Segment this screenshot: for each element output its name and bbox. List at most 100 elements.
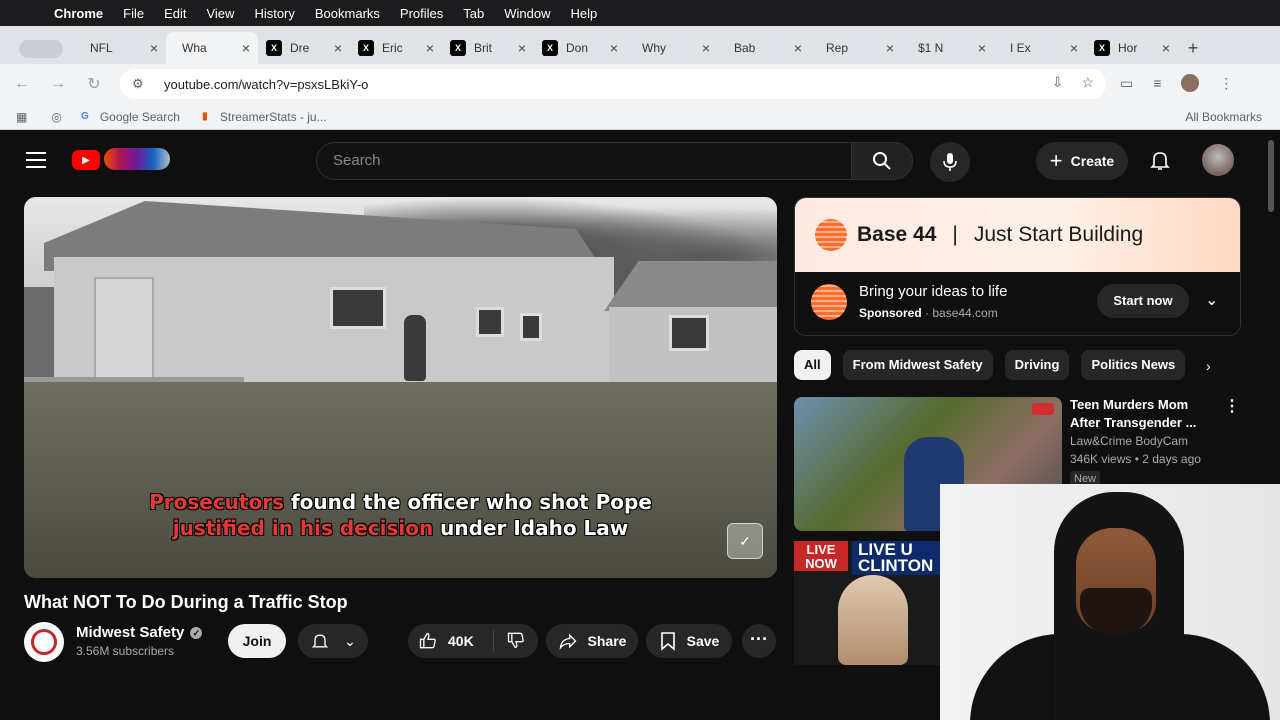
kebab-menu-icon[interactable]: ⋮: [1219, 75, 1233, 92]
close-icon[interactable]: ×: [334, 40, 342, 56]
ad-cta-button[interactable]: Start now: [1097, 284, 1189, 318]
like-button[interactable]: 40K: [408, 630, 494, 652]
globe-icon[interactable]: ◎: [51, 110, 61, 124]
video-player[interactable]: Prosecutors found the officer who shot P…: [24, 197, 777, 578]
notifications-bell-icon[interactable]: [1148, 148, 1172, 172]
channel-avatar[interactable]: [24, 622, 64, 662]
browser-tab[interactable]: ▶Rep×: [810, 32, 902, 178]
browser-tab[interactable]: ▶$1 N×: [902, 32, 994, 178]
bookmark-star-icon[interactable]: ☆: [1081, 74, 1094, 91]
search-input[interactable]: Search: [316, 142, 852, 180]
filter-chips: All From Midwest Safety Driving Politics…: [794, 350, 1234, 380]
browser-tab[interactable]: ▶ NFL ×: [74, 32, 166, 178]
site-info-icon[interactable]: ⚙: [132, 76, 152, 92]
bookmark-google-search[interactable]: G Google Search: [78, 110, 180, 124]
reading-list-icon[interactable]: ≡: [1153, 75, 1161, 91]
browser-tab[interactable]: X Hor ×: [1086, 32, 1178, 64]
close-icon[interactable]: ×: [150, 40, 158, 56]
browser-tab[interactable]: X Don ×: [534, 32, 626, 64]
save-button[interactable]: Save: [646, 624, 732, 658]
browser-tab-active[interactable]: ▶Wha×: [166, 32, 258, 178]
ad-headline: Bring your ideas to life: [859, 283, 1008, 300]
menu-profiles[interactable]: Profiles: [400, 6, 443, 21]
share-button[interactable]: Share: [546, 624, 638, 658]
sponsored-ad-card[interactable]: Base 44 | Just Start Building Bring your…: [794, 197, 1241, 336]
apps-icon[interactable]: ▦: [16, 110, 27, 124]
close-icon[interactable]: ×: [702, 40, 710, 56]
youtube-doodle[interactable]: [104, 148, 170, 170]
menu-window[interactable]: Window: [504, 6, 550, 21]
close-icon[interactable]: ×: [886, 40, 894, 56]
menu-edit[interactable]: Edit: [164, 6, 186, 21]
cast-icon[interactable]: ▭: [1120, 75, 1133, 92]
more-actions-icon[interactable]: ···: [742, 624, 776, 658]
tab-title: Rep: [826, 41, 849, 55]
channel-watermark-icon[interactable]: ✓: [727, 523, 763, 559]
recommendation-thumbnail[interactable]: LIVE NOW LIVE U CLINTON: [794, 541, 944, 665]
new-tab-button[interactable]: +: [1178, 32, 1208, 64]
share-label: Share: [587, 633, 627, 649]
close-icon[interactable]: ×: [1162, 40, 1170, 56]
ad-banner[interactable]: Base 44 | Just Start Building: [795, 198, 1240, 272]
x-icon: X: [1094, 40, 1110, 56]
menu-view[interactable]: View: [206, 6, 234, 21]
plus-icon: +: [1049, 148, 1063, 173]
browser-tab[interactable]: ▶Why×: [626, 32, 718, 178]
close-icon[interactable]: ×: [518, 40, 526, 56]
close-icon[interactable]: ×: [1070, 40, 1078, 56]
chip-from-channel[interactable]: From Midwest Safety: [842, 350, 993, 380]
channel-name[interactable]: Midwest Safety ✓: [76, 624, 203, 641]
voice-search-button[interactable]: [930, 142, 970, 182]
browser-tab[interactable]: X Brit ×: [442, 32, 534, 64]
menu-help[interactable]: Help: [571, 6, 598, 21]
chip-driving[interactable]: Driving: [1004, 350, 1070, 380]
tab-title: I Ex: [1010, 41, 1031, 55]
chip-politics-news[interactable]: Politics News: [1081, 350, 1186, 380]
back-button[interactable]: ←: [4, 75, 40, 93]
recommendation-channel[interactable]: Law&Crime BodyCam: [1070, 434, 1188, 448]
menu-history[interactable]: History: [254, 6, 294, 21]
chevron-right-icon[interactable]: ›: [1206, 358, 1211, 374]
save-label: Save: [686, 633, 720, 649]
subscribed-notifications-button[interactable]: ⌄: [298, 624, 368, 658]
close-icon[interactable]: ×: [794, 40, 802, 56]
youtube-logo[interactable]: ▶: [72, 150, 100, 170]
close-icon[interactable]: ×: [978, 40, 986, 56]
menu-bookmarks[interactable]: Bookmarks: [315, 6, 380, 21]
dislike-button[interactable]: [494, 630, 526, 653]
menu-chrome[interactable]: Chrome: [54, 6, 103, 21]
bookmark-streamerstats[interactable]: ▮ StreamerStats - ju...: [198, 109, 327, 124]
close-icon[interactable]: ×: [242, 40, 250, 56]
chevron-down-icon[interactable]: ⌄: [1205, 290, 1218, 310]
recommendation-title[interactable]: Teen Murders Mom After Transgender ...: [1070, 396, 1220, 432]
account-avatar[interactable]: [1202, 144, 1234, 176]
chip-all[interactable]: All: [794, 350, 831, 380]
forward-button[interactable]: →: [40, 75, 76, 93]
all-bookmarks[interactable]: All Bookmarks: [1185, 110, 1262, 124]
url-text[interactable]: youtube.com/watch?v=psxsLBkiY-o: [164, 77, 368, 92]
menu-tab[interactable]: Tab: [463, 6, 484, 21]
browser-tab[interactable]: ▶Bab×: [718, 32, 810, 178]
join-button[interactable]: Join: [228, 624, 286, 658]
profile-avatar[interactable]: [1181, 74, 1200, 92]
menu-file[interactable]: File: [123, 6, 144, 21]
browser-tab[interactable]: X Dre ×: [258, 32, 350, 64]
create-button[interactable]: + Create: [1036, 142, 1128, 180]
close-icon[interactable]: ×: [426, 40, 434, 56]
hamburger-menu-icon[interactable]: [26, 152, 46, 173]
search-button[interactable]: [851, 142, 913, 180]
page-scrollbar[interactable]: [1268, 140, 1274, 212]
close-icon[interactable]: ×: [610, 40, 618, 56]
browser-tab[interactable]: X Eric ×: [350, 32, 442, 64]
video-frame-window: [330, 287, 386, 329]
more-options-icon[interactable]: ⋮: [1224, 396, 1240, 416]
install-app-icon[interactable]: ⇩: [1052, 74, 1064, 91]
share-icon: [559, 633, 576, 650]
reload-button[interactable]: ↻: [76, 74, 112, 94]
x-icon: X: [450, 40, 466, 56]
address-bar[interactable]: ⚙ youtube.com/watch?v=psxsLBkiY-o ⇩ ☆: [120, 69, 1106, 99]
bookmark-label: StreamerStats - ju...: [219, 109, 327, 124]
tab-search-button[interactable]: [8, 34, 74, 64]
browser-tab[interactable]: ▶I Ex×: [994, 32, 1086, 178]
search-icon: [873, 152, 891, 170]
